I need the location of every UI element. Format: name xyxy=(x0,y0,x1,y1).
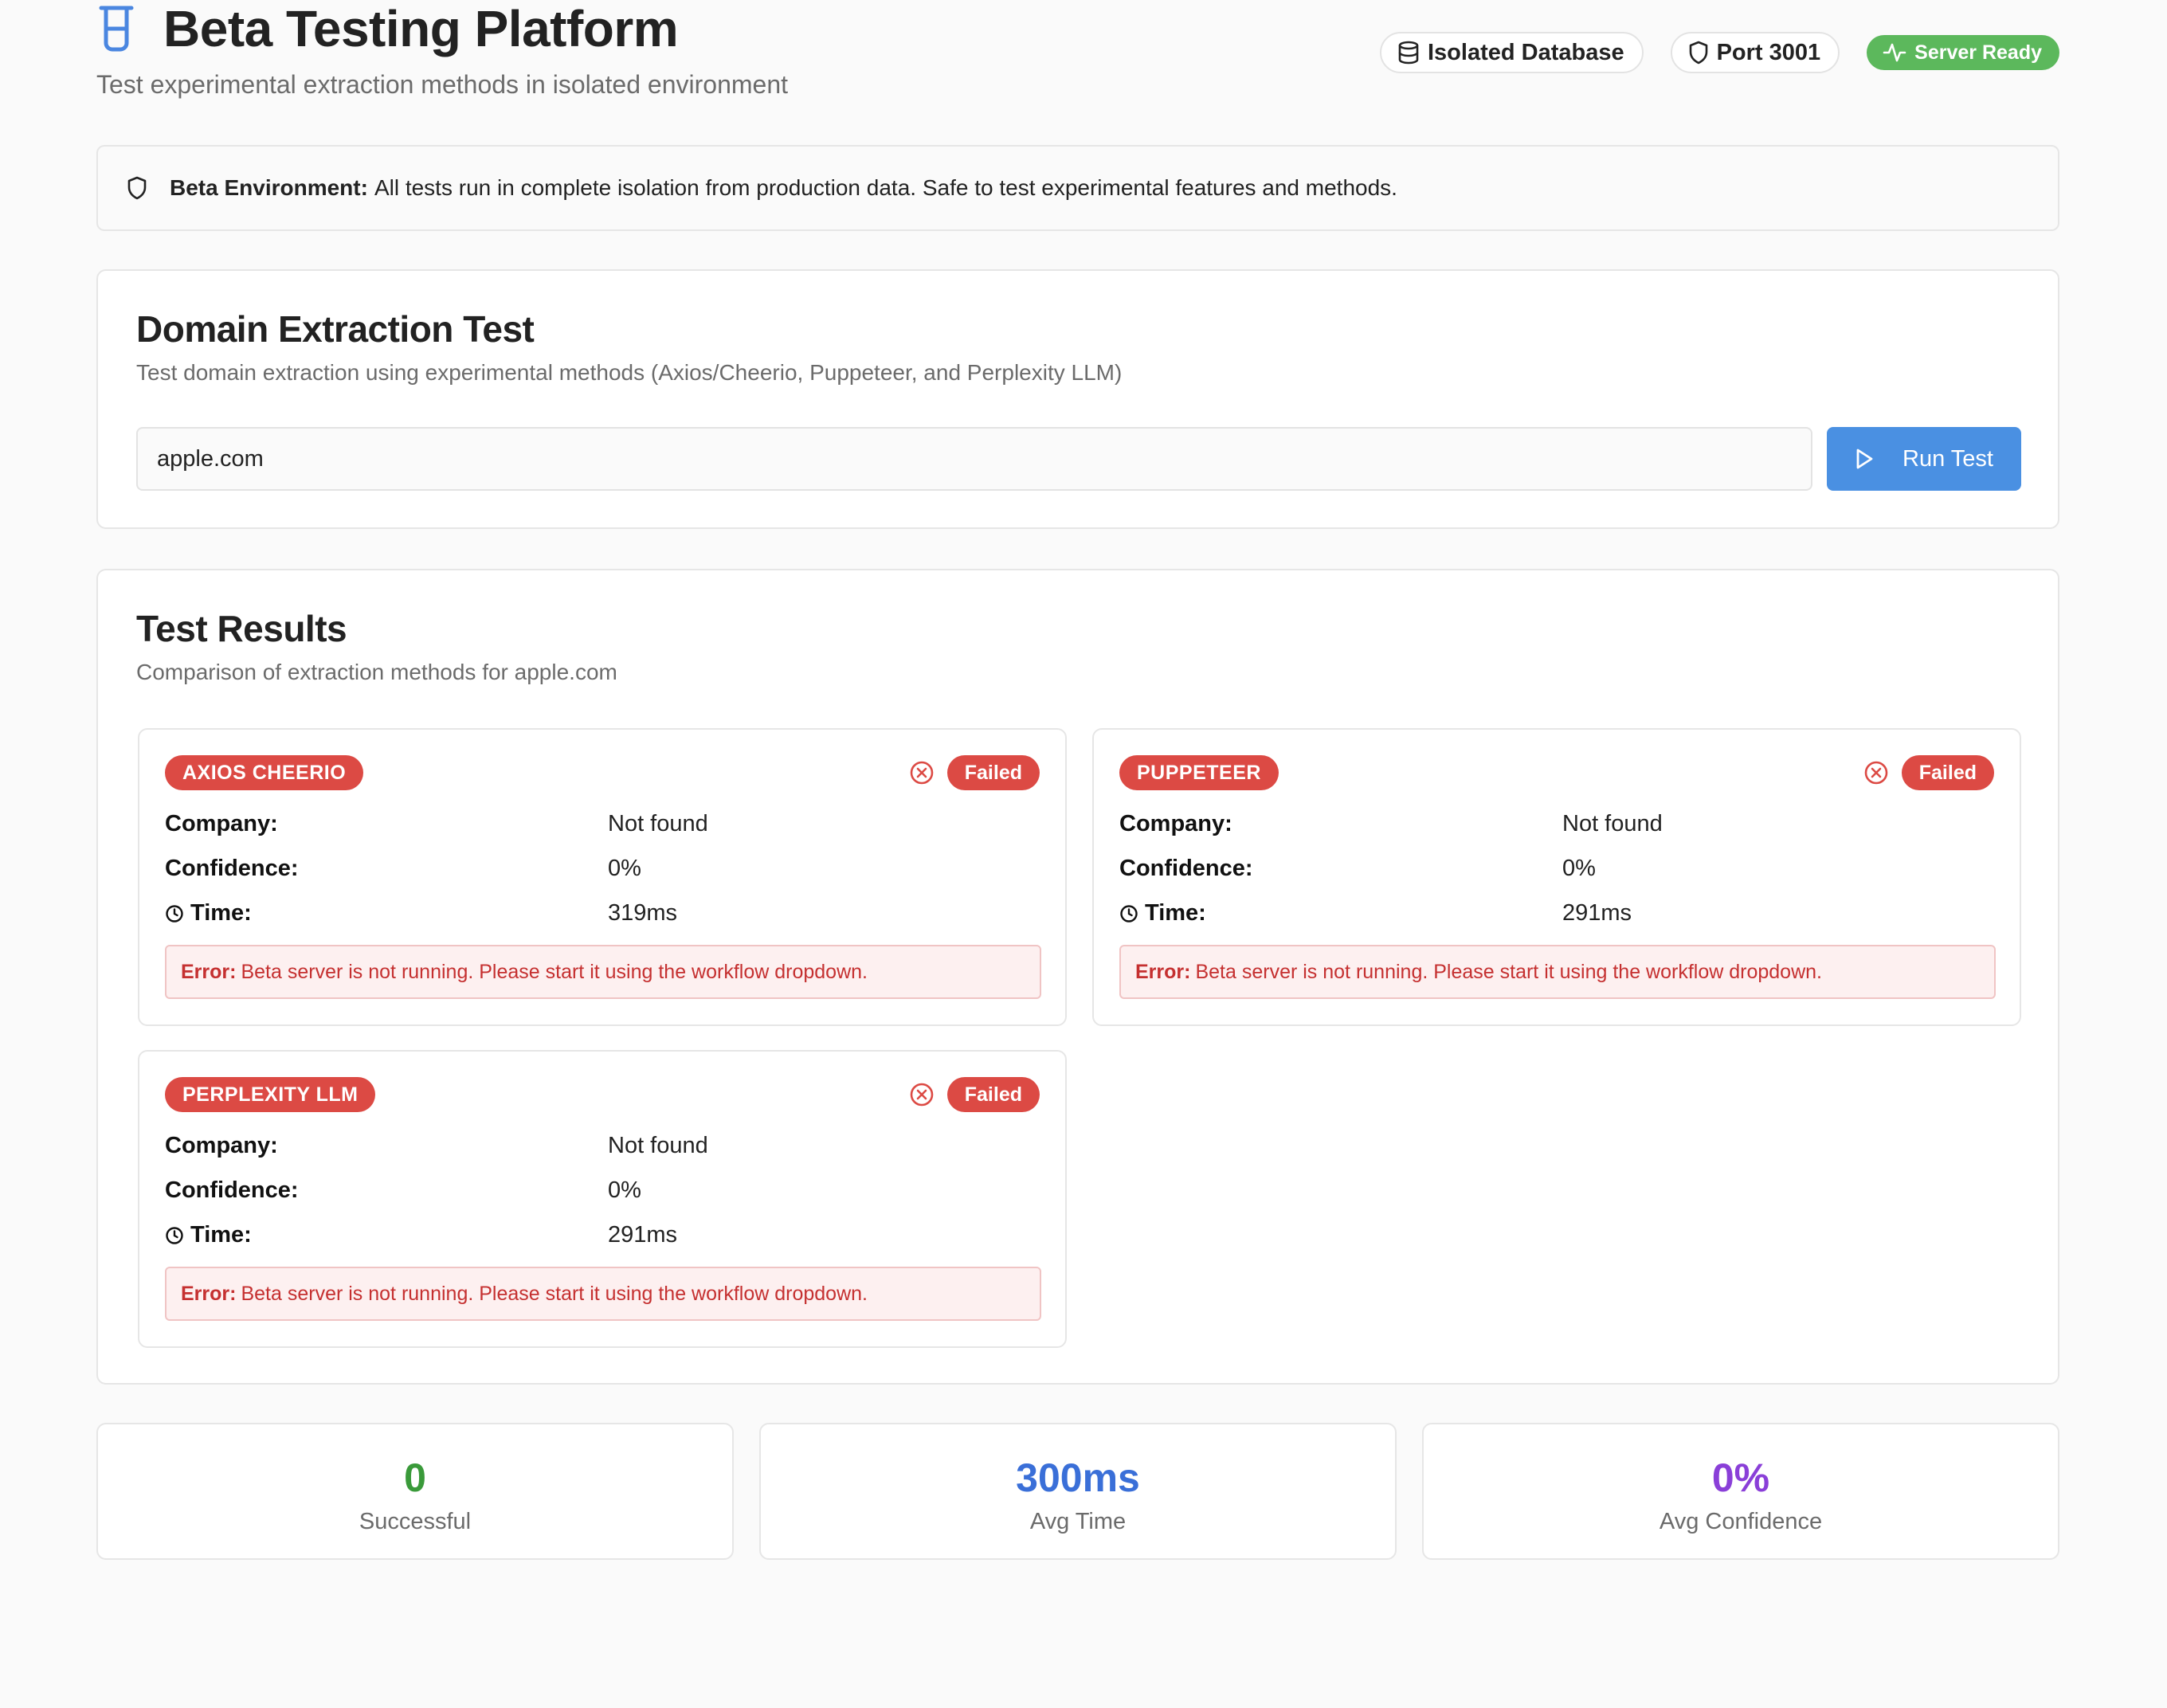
error-message: Error: Beta server is not running. Pleas… xyxy=(165,945,1041,999)
company-row: Company: Not found xyxy=(1119,811,1996,837)
time-label-wrap: Time: xyxy=(165,1222,608,1248)
alert-text: All tests run in complete isolation from… xyxy=(374,175,1397,200)
company-row: Company: Not found xyxy=(165,811,1041,837)
isolated-database-badge: Isolated Database xyxy=(1379,32,1644,73)
company-label: Company: xyxy=(1119,811,1232,836)
company-label: Company: xyxy=(165,1133,278,1158)
result-card-perplexity-llm: PERPLEXITY LLM Failed Company: Not found… xyxy=(138,1050,1067,1348)
stat-value: 300ms xyxy=(1016,1455,1140,1500)
confidence-label: Confidence: xyxy=(1119,856,1253,881)
stat-value: 0% xyxy=(1711,1455,1770,1500)
play-icon xyxy=(1856,449,1873,469)
test-results-description: Comparison of extraction methods for app… xyxy=(136,660,617,684)
time-value: 291ms xyxy=(1562,900,1632,926)
stat-value: 0 xyxy=(404,1455,426,1500)
server-ready-badge: Server Ready xyxy=(1867,35,2059,70)
confidence-row: Confidence: 0% xyxy=(165,1177,1041,1204)
confidence-value: 0% xyxy=(608,1177,641,1203)
status: Failed xyxy=(909,1077,1040,1112)
time-value: 319ms xyxy=(608,900,678,926)
stat-label: Avg Confidence xyxy=(1659,1509,1823,1534)
test-results-title: Test Results xyxy=(136,608,347,649)
server-ready-label: Server Ready xyxy=(1914,41,2042,64)
failed-badge: Failed xyxy=(1901,755,1994,790)
company-value: Not found xyxy=(608,1133,708,1158)
status: Failed xyxy=(909,755,1040,790)
error-message: Error: Beta server is not running. Pleas… xyxy=(165,1267,1041,1321)
stat-avg-confidence: 0% Avg Confidence xyxy=(1422,1423,2059,1560)
header-badges: Isolated Database Port 3001 Server Ready xyxy=(1379,32,2059,73)
error-text: Beta server is not running. Please start… xyxy=(241,1282,868,1305)
time-label-wrap: Time: xyxy=(165,900,608,926)
domain-extraction-card: Domain Extraction Test Test domain extra… xyxy=(96,269,2059,529)
time-label: Time: xyxy=(190,1222,252,1248)
time-row: Time: 291ms xyxy=(165,1222,1041,1248)
domain-extraction-title: Domain Extraction Test xyxy=(136,308,535,350)
run-test-label: Run Test xyxy=(1902,445,1993,472)
method-badge: AXIOS CHEERIO xyxy=(165,755,364,790)
confidence-row: Confidence: 0% xyxy=(165,856,1041,882)
beta-environment-alert: Beta Environment: All tests run in compl… xyxy=(96,145,2059,231)
status: Failed xyxy=(1863,755,1994,790)
port-label: Port 3001 xyxy=(1716,39,1821,65)
failed-badge: Failed xyxy=(946,1077,1040,1112)
company-value: Not found xyxy=(1562,811,1663,836)
confidence-value: 0% xyxy=(608,856,641,881)
error-text: Beta server is not running. Please start… xyxy=(1195,960,1822,983)
result-card-puppeteer: PUPPETEER Failed Company: Not found Conf… xyxy=(1092,728,2021,1026)
company-label: Company: xyxy=(165,811,278,836)
error-text: Beta server is not running. Please start… xyxy=(241,960,868,983)
clock-icon xyxy=(1120,904,1138,923)
port-badge: Port 3001 xyxy=(1670,32,1840,73)
company-value: Not found xyxy=(608,811,708,836)
page-subtitle: Test experimental extraction methods in … xyxy=(96,70,788,99)
error-message: Error: Beta server is not running. Pleas… xyxy=(1119,945,1996,999)
failed-badge: Failed xyxy=(946,755,1040,790)
clock-icon xyxy=(166,904,183,923)
domain-input[interactable] xyxy=(136,427,1812,491)
page-title: Beta Testing Platform xyxy=(163,0,679,57)
result-card-axios-cheerio: AXIOS CHEERIO Failed Company: Not found … xyxy=(138,728,1067,1026)
page-header: Beta Testing Platform Test experimental … xyxy=(96,0,2059,119)
page: Beta Testing Platform Test experimental … xyxy=(96,0,2059,1560)
error-label: Error: xyxy=(181,1282,237,1305)
company-row: Company: Not found xyxy=(165,1133,1041,1159)
confidence-label: Confidence: xyxy=(165,1177,299,1203)
clock-icon xyxy=(166,1226,183,1244)
stat-avg-time: 300ms Avg Time xyxy=(759,1423,1397,1560)
stat-label: Successful xyxy=(359,1509,472,1534)
error-label: Error: xyxy=(1135,960,1191,983)
time-label: Time: xyxy=(1145,900,1206,926)
time-label: Time: xyxy=(190,900,252,926)
alert-label: Beta Environment: xyxy=(170,175,368,200)
stat-label: Avg Time xyxy=(1029,1509,1127,1534)
test-results-card: Test Results Comparison of extraction me… xyxy=(96,569,2059,1385)
domain-extraction-description: Test domain extraction using experimenta… xyxy=(136,360,1123,385)
x-circle-icon xyxy=(909,760,935,785)
confidence-row: Confidence: 0% xyxy=(1119,856,1996,882)
beaker-icon xyxy=(96,5,136,53)
confidence-value: 0% xyxy=(1562,856,1596,881)
shield-icon xyxy=(1689,41,1707,65)
title-row: Beta Testing Platform xyxy=(96,0,679,57)
time-row: Time: 291ms xyxy=(1119,900,1996,926)
isolated-database-label: Isolated Database xyxy=(1427,39,1624,65)
shield-icon xyxy=(127,176,147,200)
time-label-wrap: Time: xyxy=(1119,900,1562,926)
time-value: 291ms xyxy=(608,1222,678,1248)
time-row: Time: 319ms xyxy=(165,900,1041,926)
method-badge: PERPLEXITY LLM xyxy=(165,1077,376,1112)
activity-icon xyxy=(1883,43,1906,62)
method-badge: PUPPETEER xyxy=(1119,755,1279,790)
x-circle-icon xyxy=(1863,760,1889,785)
run-test-button[interactable]: Run Test xyxy=(1827,427,2021,491)
error-label: Error: xyxy=(181,960,237,983)
stat-successful: 0 Successful xyxy=(96,1423,734,1560)
database-icon xyxy=(1398,41,1419,65)
confidence-label: Confidence: xyxy=(165,856,299,881)
x-circle-icon xyxy=(909,1082,935,1107)
